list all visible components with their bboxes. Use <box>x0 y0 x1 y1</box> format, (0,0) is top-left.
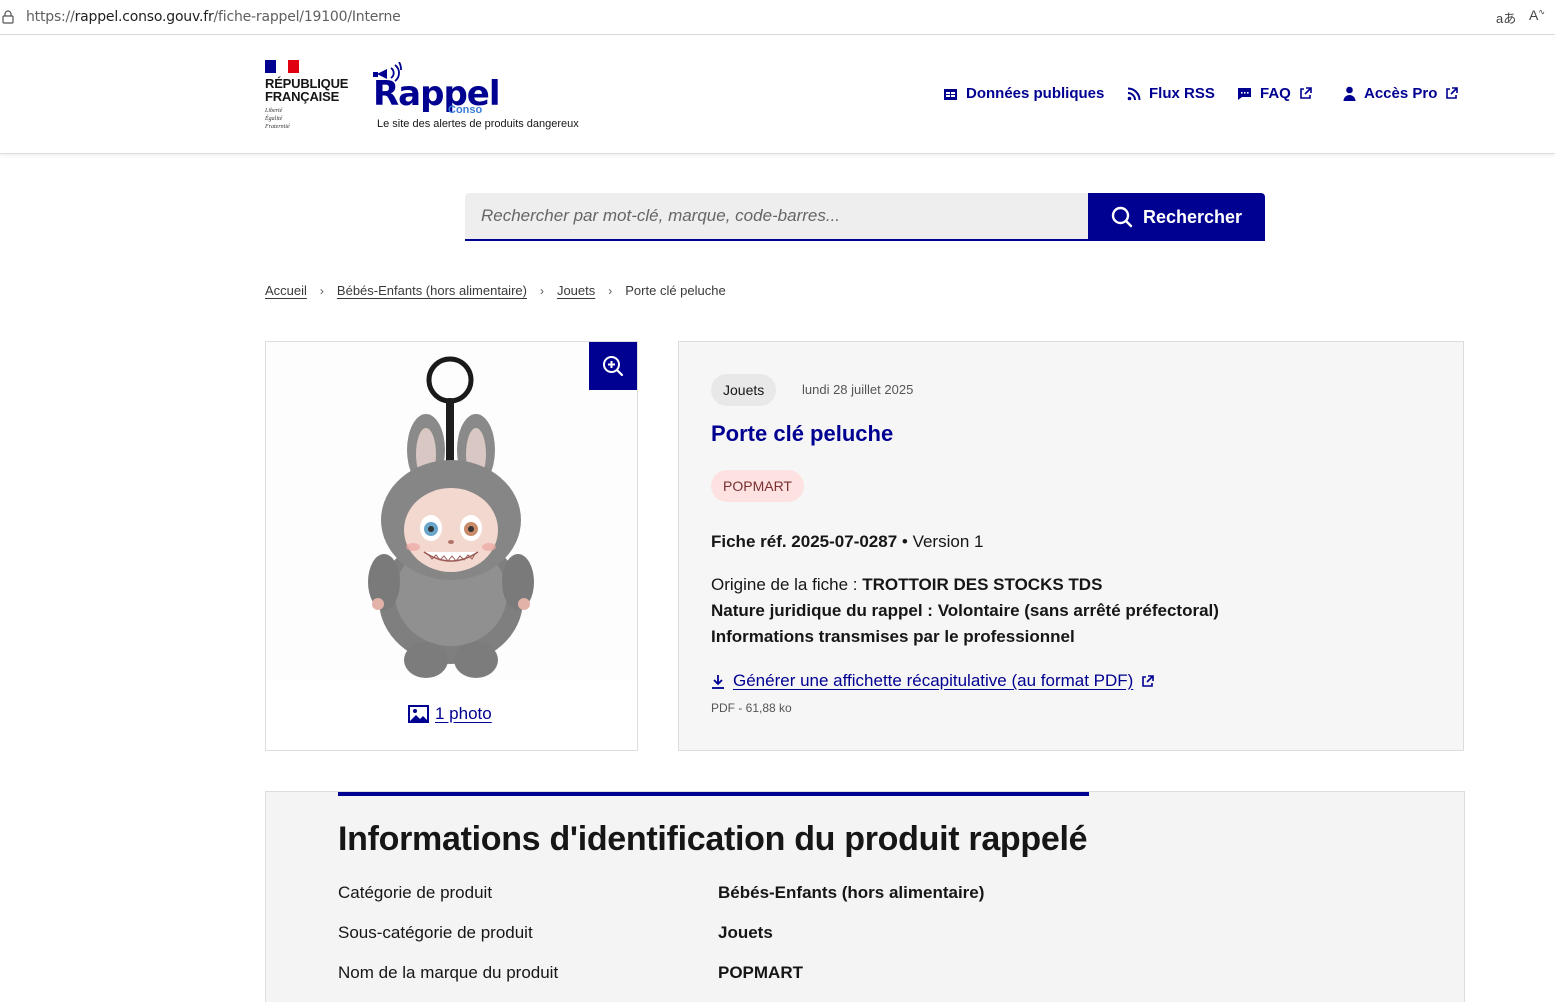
ident-value: Bébés-Enfants (hors alimentaire) <box>718 883 985 902</box>
zoom-in-icon <box>603 356 624 377</box>
ref-separator: • <box>897 532 913 551</box>
nav-label: Accès Pro <box>1364 85 1438 102</box>
rss-icon <box>1127 87 1141 100</box>
nav-acces-pro[interactable]: Accès Pro <box>1343 85 1459 102</box>
ident-label: Sous-catégorie de produit <box>338 923 533 942</box>
data-table-icon <box>944 88 957 100</box>
info-source: Informations transmises par le professio… <box>711 627 1075 646</box>
nav-label: Données publiques <box>966 85 1105 102</box>
ident-value: Jouets <box>718 923 773 942</box>
section-accent-bar <box>338 792 1089 796</box>
url-text[interactable]: https://rappel.conso.gouv.fr/fiche-rappe… <box>26 9 401 25</box>
french-flag-icon <box>265 60 299 73</box>
product-image[interactable] <box>266 342 637 680</box>
external-link-icon <box>1300 87 1312 99</box>
breadcrumb-jouets[interactable]: Jouets <box>557 283 595 298</box>
origin-label: Origine de la fiche : <box>711 575 863 594</box>
download-icon <box>712 674 724 689</box>
republic-name: RÉPUBLIQUE FRANÇAISE <box>265 76 349 104</box>
search-button-label: Rechercher <box>1142 206 1243 227</box>
generate-pdf-link[interactable]: Générer une affichette récapitulative (a… <box>711 671 1155 691</box>
pdf-file-info: PDF - 61,88 ko <box>711 701 792 715</box>
read-aloud-icon[interactable]: A∿ <box>1529 7 1545 23</box>
product-photo-card: 1 photo <box>265 341 638 751</box>
origin-value: TROTTOIR DES STOCKS TDS <box>862 575 1103 594</box>
breadcrumb-accueil[interactable]: Accueil <box>265 283 307 298</box>
chat-icon <box>1238 87 1251 100</box>
lock-icon <box>2 10 14 24</box>
nav-label: FAQ <box>1260 85 1291 102</box>
nav-faq[interactable]: FAQ <box>1237 85 1312 102</box>
nav-donnees-publiques[interactable]: Données publiques <box>943 85 1104 102</box>
chevron-right-icon: › <box>539 283 544 298</box>
user-icon <box>1343 86 1356 101</box>
ident-label: Nom de la marque du produit <box>338 963 559 982</box>
breadcrumb-current: Porte clé peluche <box>625 283 726 298</box>
fiche-meta: Origine de la fiche : TROTTOIR DES STOCK… <box>711 572 1219 650</box>
republique-francaise-logo[interactable]: RÉPUBLIQUE FRANÇAISE Liberté Égalité Fra… <box>265 60 348 131</box>
ref-number: Fiche réf. 2025-07-0287 <box>711 532 898 551</box>
identification-section: Informations d'identification du produit… <box>265 791 1465 1002</box>
nature-label: Nature juridique du rappel : <box>711 601 938 620</box>
image-icon <box>408 705 429 723</box>
plush-keychain-illustration <box>368 356 534 678</box>
zoom-button[interactable] <box>589 342 637 390</box>
ident-label: Catégorie de produit <box>338 883 493 902</box>
search-bar: Rechercher <box>465 193 1265 241</box>
external-link-icon <box>1142 674 1155 687</box>
photo-gallery-link[interactable]: 1 photo <box>408 704 492 724</box>
logo-sub: Conso <box>448 104 483 116</box>
identification-title: Informations d'identification du produit… <box>338 820 1088 858</box>
product-info-card: Jouets lundi 28 juillet 2025 Porte clé p… <box>678 341 1464 751</box>
version: Version 1 <box>912 532 984 551</box>
site-header: RÉPUBLIQUE FRANÇAISE Liberté Égalité Fra… <box>0 36 1555 154</box>
breadcrumb: Accueil › Bébés-Enfants (hors alimentair… <box>265 283 726 298</box>
rappel-conso-logo[interactable]: Rappel Conso <box>373 62 503 122</box>
photo-count: 1 photo <box>435 704 492 723</box>
search-icon <box>1111 206 1133 228</box>
publication-date: lundi 28 juillet 2025 <box>802 382 914 397</box>
nav-label: Flux RSS <box>1149 85 1215 102</box>
chevron-right-icon: › <box>319 283 324 298</box>
pdf-link-label: Générer une affichette récapitulative (a… <box>733 671 1134 690</box>
nature-value: Volontaire (sans arrêté préfectoral) <box>937 601 1219 620</box>
site-tagline: Le site des alertes de produits dangereu… <box>377 118 579 130</box>
category-tag[interactable]: Jouets <box>711 374 777 406</box>
browser-url-bar[interactable]: https://rappel.conso.gouv.fr/fiche-rappe… <box>0 0 1555 35</box>
nav-flux-rss[interactable]: Flux RSS <box>1127 85 1215 102</box>
chevron-right-icon: › <box>608 283 613 298</box>
translate-icon[interactable]: aあ <box>1496 8 1516 27</box>
external-link-icon <box>1446 87 1459 99</box>
ident-value: POPMART <box>718 963 803 982</box>
breadcrumb-bebes-enfants[interactable]: Bébés-Enfants (hors alimentaire) <box>337 283 527 298</box>
search-input[interactable] <box>465 193 1088 241</box>
fiche-reference: Fiche réf. 2025-07-0287 • Version 1 <box>711 532 983 552</box>
republic-motto: Liberté Égalité Fraternité <box>265 108 290 130</box>
search-button[interactable]: Rechercher <box>1088 193 1265 241</box>
product-title: Porte clé peluche <box>711 421 894 446</box>
brand-badge: POPMART <box>711 470 804 502</box>
